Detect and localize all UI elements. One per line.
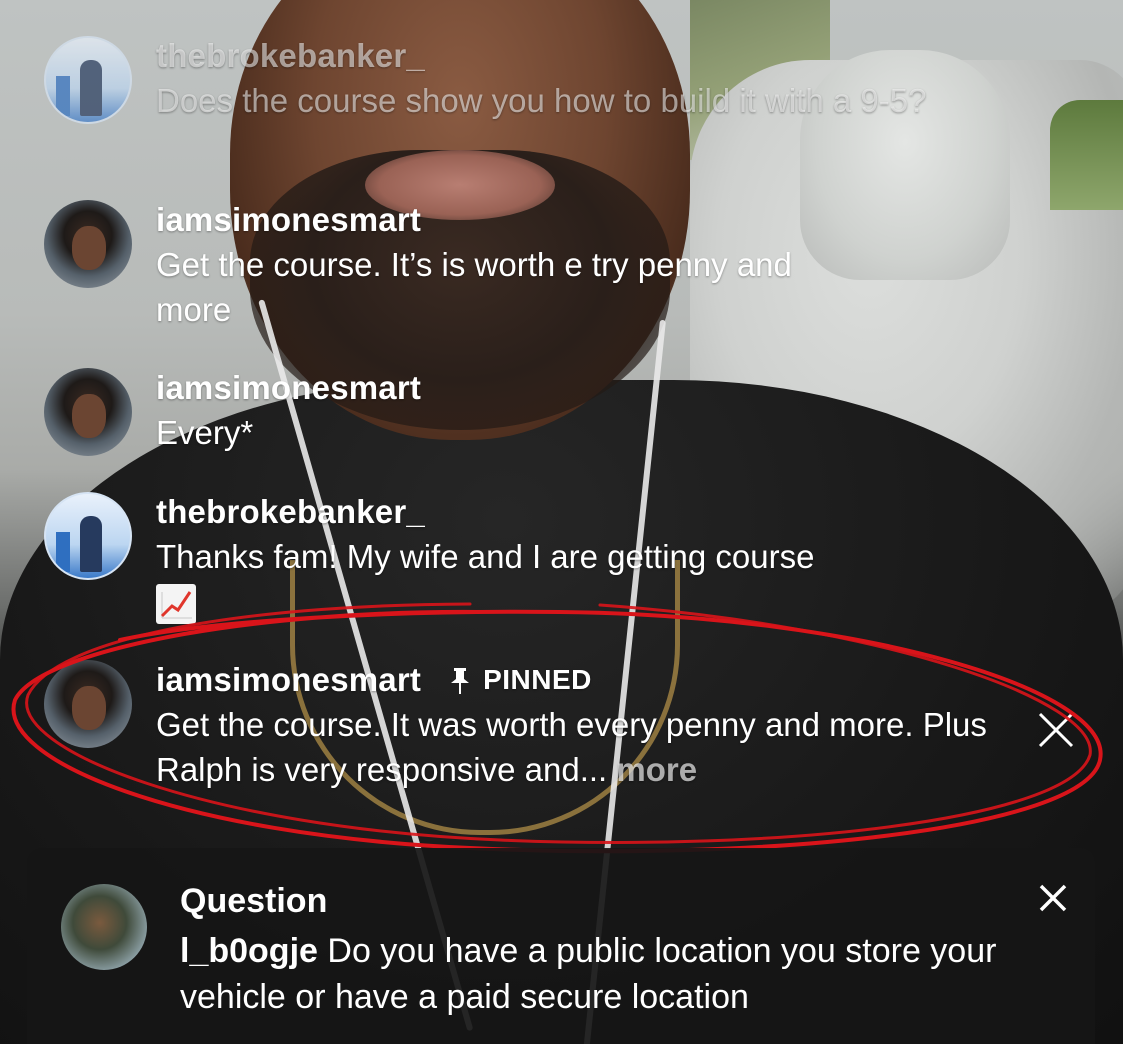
question-username[interactable]: l_b0ogje xyxy=(180,932,318,970)
comment-item: iamsimonesmart Get the course. It’s is w… xyxy=(44,200,1044,340)
iamsimonesmart-avatar[interactable] xyxy=(44,660,132,748)
question-user-avatar[interactable] xyxy=(61,884,147,970)
car-window-right xyxy=(1050,100,1123,210)
comment-username[interactable]: thebrokebanker_ xyxy=(156,36,425,76)
more-link[interactable]: more xyxy=(616,751,697,788)
chart-increasing-emoji xyxy=(156,584,196,625)
comment-message-text: Thanks fam! My wife and I are getting co… xyxy=(156,538,815,575)
comment-message: Thanks fam! My wife and I are getting co… xyxy=(156,534,1036,625)
comment-item: thebrokebanker_ Thanks fam! My wife and … xyxy=(44,492,1044,632)
thebrokebanker-avatar[interactable] xyxy=(44,36,132,124)
pinned-comment: iamsimonesmart PINNED Get the course. It… xyxy=(44,660,1044,800)
pinned-message-text: Get the course. It was worth every penny… xyxy=(156,706,987,788)
comment-item: thebrokebanker_ Does the course show you… xyxy=(44,36,1044,166)
question-title: Question xyxy=(180,882,328,920)
question-text: l_b0ogje Do you have a public location y… xyxy=(180,928,1060,1020)
live-stream-view: thebrokebanker_ Does the course show you… xyxy=(0,0,1123,1044)
pinned-header: iamsimonesmart PINNED xyxy=(156,660,592,700)
close-icon[interactable] xyxy=(1033,878,1073,918)
comment-username[interactable]: iamsimonesmart xyxy=(156,368,421,408)
question-card[interactable]: Question l_b0ogje Do you have a public l… xyxy=(27,848,1095,1044)
comment-message: Every* xyxy=(156,414,254,451)
iamsimonesmart-avatar[interactable] xyxy=(44,200,132,288)
pinned-badge: PINNED xyxy=(483,664,592,695)
comment-username[interactable]: thebrokebanker_ xyxy=(156,492,425,532)
thebrokebanker-avatar[interactable] xyxy=(44,492,132,580)
iamsimonesmart-avatar[interactable] xyxy=(44,368,132,456)
pin-icon xyxy=(449,665,471,695)
comment-username[interactable]: iamsimonesmart xyxy=(156,660,421,700)
unpin-close-icon[interactable] xyxy=(1036,710,1076,750)
comment-message: Get the course. It was worth every penny… xyxy=(156,702,1016,792)
comment-message: Does the course show you how to build it… xyxy=(156,82,927,119)
comment-message: Get the course. It’s is worth e try penn… xyxy=(156,246,792,328)
comment-username[interactable]: iamsimonesmart xyxy=(156,200,421,240)
comment-item: iamsimonesmart Every* xyxy=(44,368,1044,468)
